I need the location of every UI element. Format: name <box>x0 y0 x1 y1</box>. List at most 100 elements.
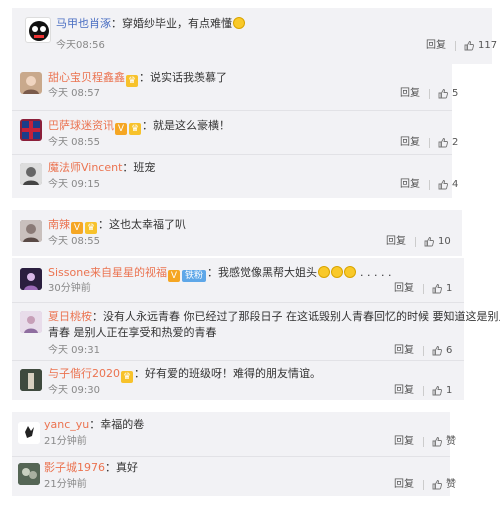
crown-badge-icon: ♛ <box>126 75 138 87</box>
reply-button[interactable]: 回复 <box>394 283 414 295</box>
comment-time: 今天 08:55 <box>48 137 100 148</box>
comment-time: 今天 08:55 <box>48 236 100 247</box>
avatar[interactable] <box>20 119 42 141</box>
comment-time: 今天08:56 <box>56 40 105 51</box>
reply-button[interactable]: 回复 <box>394 385 414 397</box>
reply-button[interactable]: 回复 <box>394 436 414 448</box>
reply-button[interactable]: 回复 <box>394 345 414 357</box>
comment-time: 今天 09:31 <box>48 345 100 356</box>
comment-block-1: 马甲也肖涿：穿婚纱毕业，有点难懂 今天08:56 回复 117 <box>12 8 497 64</box>
comment-text-line2: 青春 是别人正在享受和热爱的青春 <box>48 326 217 339</box>
comment-block-4: Sissone来自星星的视福 V 铁粉 ：我感觉像黑帮大姐头. . . . . 30分… <box>12 258 500 400</box>
thumbs-up-icon[interactable] <box>438 180 448 190</box>
divider <box>429 138 430 148</box>
user-name[interactable]: Sissone来自星星的视福 <box>48 266 167 279</box>
comment-time: 今天 09:30 <box>48 385 100 396</box>
divider <box>423 437 424 447</box>
divider <box>429 180 430 190</box>
comment-text: 幸福的卷 <box>100 418 145 431</box>
colon: ： <box>111 17 122 30</box>
comment-item: 巴萨球迷资讯 V ♛ ：就是这么豪横！ 今天 08:55 回复 2 <box>12 110 458 154</box>
avatar[interactable] <box>18 422 40 444</box>
like-count: 4 <box>452 179 459 190</box>
like-label[interactable]: 赞 <box>446 479 456 491</box>
user-name[interactable]: 马甲也肖涿 <box>56 17 111 30</box>
comment-time: 21分钟前 <box>44 436 87 447</box>
thumbs-up-icon[interactable] <box>432 437 442 447</box>
v-badge-icon: V <box>71 222 83 234</box>
avatar[interactable] <box>25 17 51 43</box>
reply-button[interactable]: 回复 <box>386 236 406 248</box>
avatar[interactable] <box>20 163 42 185</box>
crown-badge-icon: ♛ <box>129 123 141 135</box>
divider <box>429 89 430 99</box>
user-name[interactable]: 南辣 <box>48 218 70 231</box>
comment-item: 与子偕行2020 ♛ ：好有爱的班级呀！难得的朋友情谊。 今天 09:30 回复 1 <box>12 360 464 400</box>
comment-text: 好有爱的班级呀！难得的朋友情谊。 <box>145 367 321 380</box>
comment-time: 21分钟前 <box>44 479 87 490</box>
like-label[interactable]: 赞 <box>446 436 456 448</box>
user-name[interactable]: 甜心宝贝程鑫鑫 <box>48 71 125 84</box>
avatar[interactable] <box>20 220 42 242</box>
divider <box>415 237 416 247</box>
divider <box>455 41 456 51</box>
thumbs-up-icon[interactable] <box>438 138 448 148</box>
reply-button[interactable]: 回复 <box>400 137 420 149</box>
thumbs-up-icon[interactable] <box>432 386 442 396</box>
laughing-emoji-icon <box>344 266 356 278</box>
like-count: 10 <box>438 236 451 247</box>
divider <box>423 284 424 294</box>
v-badge-icon: V <box>167 270 180 282</box>
thumbs-up-icon[interactable] <box>432 346 442 356</box>
avatar[interactable] <box>20 72 42 94</box>
comment-item: 影子城1976：真好 21分钟前 回复 赞 <box>12 456 456 496</box>
comment-item: yanc_yu：幸福的卷 21分钟前 回复 赞 <box>12 412 456 452</box>
thumbs-up-icon[interactable] <box>432 480 442 490</box>
reply-button[interactable]: 回复 <box>426 40 446 52</box>
comment-block-5: yanc_yu：幸福的卷 21分钟前 回复 赞 影子城1976：真好 21分钟前… <box>12 412 456 496</box>
reply-button[interactable]: 回复 <box>400 88 420 100</box>
thumbs-up-icon[interactable] <box>438 89 448 99</box>
comment-item: 马甲也肖涿：穿婚纱毕业，有点难懂 今天08:56 回复 117 <box>12 8 497 64</box>
like-count: 1 <box>446 283 453 294</box>
avatar[interactable] <box>20 268 42 290</box>
like-count: 2 <box>452 137 459 148</box>
like-count: 6 <box>446 345 453 356</box>
comment-text: 这也太幸福了叭 <box>109 218 186 231</box>
laughing-emoji-icon <box>318 266 330 278</box>
ellipsis-text: . . . . . <box>360 266 392 279</box>
user-name[interactable]: 巴萨球迷资讯 <box>48 119 114 132</box>
comment-time: 今天 09:15 <box>48 179 100 190</box>
avatar[interactable] <box>20 311 42 333</box>
divider <box>423 386 424 396</box>
avatar[interactable] <box>18 463 40 485</box>
comment-item: 魔法师Vincent：班宠 今天 09:15 回复 4 <box>12 154 458 198</box>
comment-item: 夏日桃桉：没有人永远青春 你已经过了那段日子 在这诋毁别人青春回忆的时候 要知道… <box>12 302 500 357</box>
user-name[interactable]: 影子城1976 <box>44 461 105 474</box>
comment-block-3: 南辣 V ♛ ：这也太幸福了叭 今天 08:55 回复 10 <box>12 210 462 256</box>
like-count: 5 <box>452 88 459 99</box>
fan-badge: 铁粉 <box>181 270 206 282</box>
reply-button[interactable]: 回复 <box>400 179 420 191</box>
crown-badge-icon: ♛ <box>85 222 97 234</box>
like-count: 1 <box>446 385 453 396</box>
comment-text: 说实话我羡慕了 <box>150 71 227 84</box>
comment-text: 班宠 <box>133 161 156 174</box>
thumbs-up-icon[interactable] <box>424 237 434 247</box>
user-name[interactable]: 夏日桃桉 <box>48 310 92 323</box>
comment-text: 真好 <box>116 461 138 474</box>
thumbs-up-icon[interactable] <box>464 41 474 51</box>
comment-time: 今天 08:57 <box>48 88 100 99</box>
comment-item: 南辣 V ♛ ：这也太幸福了叭 今天 08:55 回复 10 <box>12 210 462 256</box>
comment-text-line1: 没有人永远青春 你已经过了那段日子 在这诋毁别人青春回忆的时候 要知道这是别人的 <box>103 310 500 323</box>
divider <box>423 346 424 356</box>
comment-time: 30分钟前 <box>48 283 91 294</box>
thumbs-up-icon[interactable] <box>432 284 442 294</box>
user-name[interactable]: 与子偕行2020 <box>48 367 120 380</box>
user-name[interactable]: yanc_yu <box>44 418 89 431</box>
avatar[interactable] <box>20 369 42 391</box>
comment-block-2: 甜心宝贝程鑫鑫 ♛ ：说实话我羡慕了 今天 08:57 回复 5 巴萨球迷资讯 V ♛：… <box>12 64 458 198</box>
comment-text: 就是这么豪横！ <box>153 119 230 132</box>
user-name[interactable]: 魔法师Vincent <box>48 161 122 174</box>
reply-button[interactable]: 回复 <box>394 479 414 491</box>
